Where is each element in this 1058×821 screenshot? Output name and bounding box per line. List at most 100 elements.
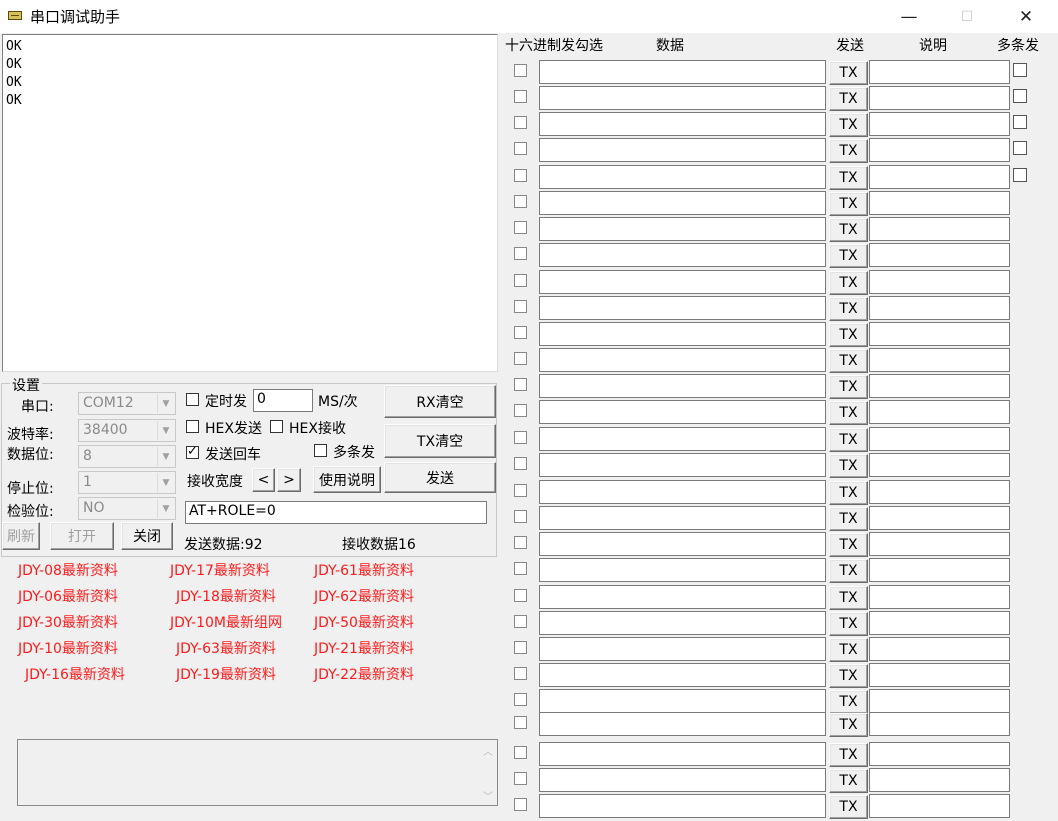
row-desc-input[interactable]	[869, 374, 1010, 398]
row-data-input[interactable]	[539, 742, 826, 766]
close-window-button[interactable]: ✕	[1003, 0, 1049, 33]
hex-row-checkbox[interactable]	[514, 772, 527, 785]
row-data-input[interactable]	[539, 217, 826, 241]
hex-row-checkbox[interactable]	[514, 378, 527, 391]
log-textarea[interactable]: ︿ ﹀	[17, 739, 498, 806]
chevron-down-icon[interactable]: ▼	[157, 421, 174, 440]
tx-button[interactable]: TX	[829, 323, 868, 347]
port-select[interactable]: COM12 ▼	[78, 392, 176, 415]
row-data-input[interactable]	[539, 480, 826, 504]
row-desc-input[interactable]	[869, 480, 1010, 504]
row-desc-input[interactable]	[869, 453, 1010, 477]
hex-row-checkbox[interactable]	[514, 326, 527, 339]
row-desc-input[interactable]	[869, 217, 1010, 241]
multi-row-checkbox[interactable]	[1013, 89, 1027, 103]
hex-row-checkbox[interactable]	[514, 693, 527, 706]
hex-row-checkbox[interactable]	[514, 536, 527, 549]
row-data-input[interactable]	[539, 86, 826, 110]
tx-button[interactable]: TX	[829, 192, 868, 216]
hex-row-checkbox[interactable]	[514, 274, 527, 287]
tx-button[interactable]: TX	[829, 533, 868, 557]
receive-textarea[interactable]: OK OK OK OK	[2, 34, 498, 372]
hex-row-checkbox[interactable]	[514, 562, 527, 575]
row-desc-input[interactable]	[869, 742, 1010, 766]
hex-row-checkbox[interactable]	[514, 746, 527, 759]
row-data-input[interactable]	[539, 768, 826, 792]
stopbits-select[interactable]: 1 ▼	[78, 471, 176, 494]
hex-row-checkbox[interactable]	[514, 247, 527, 260]
send-button[interactable]: 发送	[384, 462, 496, 493]
hex-row-checkbox[interactable]	[514, 510, 527, 523]
hex-row-checkbox[interactable]	[514, 116, 527, 129]
row-desc-input[interactable]	[869, 532, 1010, 556]
help-button[interactable]: 使用说明	[313, 466, 381, 493]
hex-row-checkbox[interactable]	[514, 64, 527, 77]
chevron-down-icon[interactable]: ▼	[157, 394, 174, 413]
tx-button[interactable]: TX	[829, 297, 868, 321]
tx-button[interactable]: TX	[829, 586, 868, 610]
tx-button[interactable]: TX	[829, 743, 868, 767]
link-jdy-19[interactable]: JDY-19最新资料	[176, 664, 276, 684]
tx-button[interactable]: TX	[829, 401, 868, 425]
row-data-input[interactable]	[539, 322, 826, 346]
hex-row-checkbox[interactable]	[514, 615, 527, 628]
link-jdy-63[interactable]: JDY-63最新资料	[176, 638, 276, 658]
tx-button[interactable]: TX	[829, 218, 868, 242]
tx-button[interactable]: TX	[829, 507, 868, 531]
tx-button[interactable]: TX	[829, 638, 868, 662]
hex-send-checkbox[interactable]	[186, 420, 199, 433]
link-jdy-21[interactable]: JDY-21最新资料	[314, 638, 414, 658]
chevron-down-icon[interactable]: ▼	[157, 473, 174, 492]
row-desc-input[interactable]	[869, 400, 1010, 424]
tx-button[interactable]: TX	[829, 612, 868, 636]
send-newline-checkbox[interactable]	[186, 444, 199, 459]
tx-button[interactable]: TX	[829, 664, 868, 688]
row-desc-input[interactable]	[869, 712, 1010, 736]
row-data-input[interactable]	[539, 191, 826, 215]
multi-row-checkbox[interactable]	[1013, 141, 1027, 155]
databits-select[interactable]: 8 ▼	[78, 445, 176, 468]
row-data-input[interactable]	[539, 374, 826, 398]
row-desc-input[interactable]	[869, 427, 1010, 451]
tx-button[interactable]: TX	[829, 139, 868, 163]
row-desc-input[interactable]	[869, 60, 1010, 84]
row-data-input[interactable]	[539, 712, 826, 736]
multi-row-checkbox[interactable]	[1013, 168, 1027, 182]
row-desc-input[interactable]	[869, 637, 1010, 661]
link-jdy-10[interactable]: JDY-10最新资料	[18, 638, 118, 658]
link-jdy-10m[interactable]: JDY-10M最新组网	[170, 612, 282, 632]
close-port-button[interactable]: 关闭	[121, 522, 173, 550]
row-desc-input[interactable]	[869, 322, 1010, 346]
row-data-input[interactable]	[539, 427, 826, 451]
row-data-input[interactable]	[539, 558, 826, 582]
row-data-input[interactable]	[539, 689, 826, 713]
timed-send-checkbox[interactable]	[186, 393, 199, 406]
chevron-down-icon[interactable]: ▼	[157, 499, 174, 518]
hex-row-checkbox[interactable]	[514, 431, 527, 444]
hex-row-checkbox[interactable]	[514, 716, 527, 729]
tx-button[interactable]: TX	[829, 713, 868, 737]
row-desc-input[interactable]	[869, 348, 1010, 372]
multi-row-checkbox[interactable]	[1013, 115, 1027, 129]
refresh-button[interactable]: 刷新	[2, 522, 40, 550]
baud-select[interactable]: 38400 ▼	[78, 419, 176, 442]
row-data-input[interactable]	[539, 165, 826, 189]
row-desc-input[interactable]	[869, 663, 1010, 687]
hex-row-checkbox[interactable]	[514, 90, 527, 103]
hex-row-checkbox[interactable]	[514, 142, 527, 155]
row-data-input[interactable]	[539, 453, 826, 477]
link-jdy-18[interactable]: JDY-18最新资料	[176, 586, 276, 606]
row-data-input[interactable]	[539, 270, 826, 294]
row-data-input[interactable]	[539, 243, 826, 267]
minimize-button[interactable]: —	[886, 0, 932, 33]
link-jdy-62[interactable]: JDY-62最新资料	[314, 586, 414, 606]
hex-row-checkbox[interactable]	[514, 404, 527, 417]
multi-send-checkbox[interactable]	[314, 444, 327, 457]
tx-button[interactable]: TX	[829, 271, 868, 295]
row-desc-input[interactable]	[869, 112, 1010, 136]
width-prev-button[interactable]: <	[252, 468, 275, 492]
row-data-input[interactable]	[539, 348, 826, 372]
hex-recv-checkbox[interactable]	[270, 420, 283, 433]
row-desc-input[interactable]	[869, 558, 1010, 582]
rx-clear-button[interactable]: RX清空	[384, 385, 496, 418]
